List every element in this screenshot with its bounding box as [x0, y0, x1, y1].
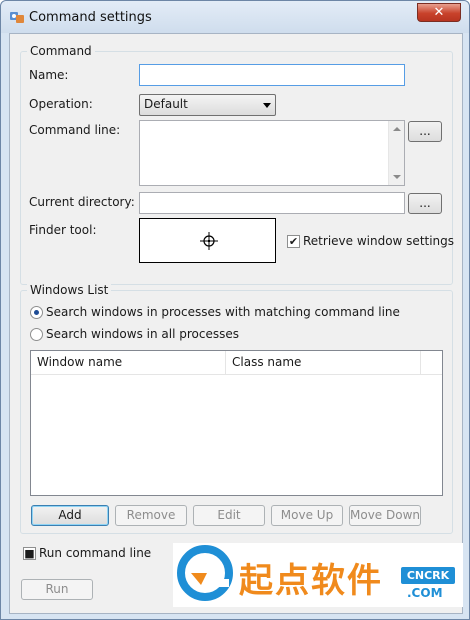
run-button[interactable]: Run: [21, 579, 93, 600]
crosshair-icon[interactable]: [199, 231, 219, 251]
radio-matching-label[interactable]: Search windows in processes with matchin…: [46, 305, 400, 319]
window-title: Command settings: [29, 10, 152, 25]
settings-app-icon: [9, 9, 25, 25]
watermark-badge: CNCRK: [401, 567, 455, 584]
current-directory-label: Current directory:: [29, 195, 135, 209]
chevron-down-icon: [263, 103, 271, 108]
windows-list-group-title: Windows List: [27, 283, 112, 297]
watermark-domain: .COM: [407, 586, 443, 600]
add-button[interactable]: Add: [31, 505, 109, 526]
current-directory-input[interactable]: [139, 192, 405, 214]
run-command-line-label[interactable]: Run command line: [39, 546, 151, 560]
name-input[interactable]: [139, 64, 405, 86]
move-down-button[interactable]: Move Down: [349, 505, 421, 526]
close-icon: ✕: [433, 5, 445, 20]
list-header: Window name Class name: [31, 351, 442, 375]
retrieve-window-settings-checkbox[interactable]: ✔: [287, 235, 300, 248]
watermark-text: 起点软件: [239, 561, 383, 601]
scroll-down-icon[interactable]: [393, 175, 401, 179]
command-line-label: Command line:: [29, 123, 121, 137]
radio-all-label[interactable]: Search windows in all processes: [46, 327, 239, 341]
move-up-button[interactable]: Move Up: [271, 505, 343, 526]
watermark-banner: 起点软件 CNCRK .COM: [173, 543, 463, 607]
title-bar[interactable]: Command settings ✕: [1, 1, 469, 33]
edit-button[interactable]: Edit: [193, 505, 265, 526]
operation-select[interactable]: Default: [139, 94, 276, 116]
finder-tool-label: Finder tool:: [29, 223, 97, 237]
name-label: Name:: [29, 68, 69, 82]
column-window-name[interactable]: Window name: [31, 351, 226, 374]
command-line-textarea[interactable]: [139, 120, 405, 186]
radio-all-processes[interactable]: [30, 328, 43, 341]
remove-button[interactable]: Remove: [115, 505, 187, 526]
scroll-up-icon[interactable]: [393, 127, 401, 131]
command-line-scrollbar[interactable]: [388, 121, 404, 185]
command-settings-window: Command settings ✕ Command Name: Operati…: [0, 0, 470, 620]
watermark-logo-icon: [177, 545, 233, 601]
retrieve-window-settings-label[interactable]: Retrieve window settings: [303, 234, 454, 248]
windows-list-view[interactable]: Window name Class name: [30, 350, 443, 496]
dialog-client-area: Command Name: Operation: Default Command…: [9, 33, 463, 614]
column-class-name[interactable]: Class name: [226, 351, 421, 374]
command-group-title: Command: [27, 44, 95, 58]
operation-select-value: Default: [144, 97, 188, 111]
command-line-browse-button[interactable]: ...: [408, 121, 442, 142]
finder-tool[interactable]: [139, 218, 276, 263]
operation-label: Operation:: [29, 97, 93, 111]
run-command-line-checkbox[interactable]: ■: [23, 547, 36, 560]
close-button[interactable]: ✕: [417, 3, 461, 22]
radio-matching-command-line[interactable]: [30, 306, 43, 319]
current-directory-browse-button[interactable]: ...: [408, 193, 442, 214]
